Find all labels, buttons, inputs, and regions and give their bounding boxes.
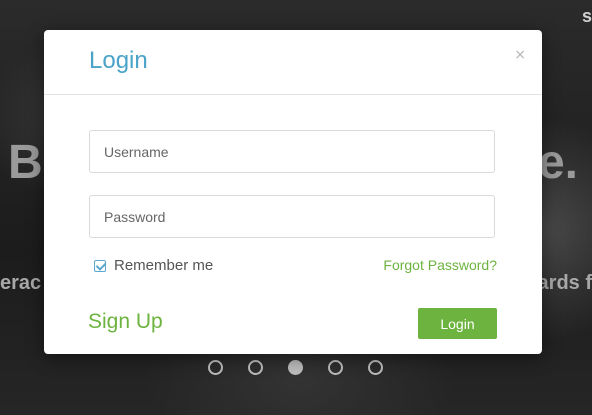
carousel-dot-3[interactable]: [288, 360, 303, 375]
carousel-dots: [208, 360, 383, 375]
background-corner-text: s: [581, 6, 592, 26]
login-button[interactable]: Login: [418, 308, 497, 339]
close-icon[interactable]: ×: [514, 47, 526, 63]
remember-me-label: Remember me: [114, 257, 214, 274]
modal-title: Login: [89, 47, 148, 74]
sign-up-link[interactable]: Sign Up: [88, 310, 163, 334]
carousel-dot-1[interactable]: [208, 360, 223, 375]
forgot-password-link[interactable]: Forgot Password?: [383, 257, 497, 273]
carousel-dot-4[interactable]: [328, 360, 343, 375]
username-input[interactable]: [89, 130, 495, 173]
login-modal: Login × Remember me Forgot Password? Sig…: [44, 30, 542, 354]
background-headline-right: e.: [537, 136, 578, 189]
modal-header: Login ×: [44, 30, 542, 95]
carousel-dot-5[interactable]: [368, 360, 383, 375]
remember-me-checkbox[interactable]: Remember me: [94, 257, 213, 274]
password-input[interactable]: [89, 195, 495, 238]
background-subtitle-left: erac: [0, 272, 42, 294]
background-subtitle-right: ards f: [537, 272, 592, 294]
carousel-dot-2[interactable]: [248, 360, 263, 375]
checkbox-checked-icon[interactable]: [94, 259, 106, 272]
